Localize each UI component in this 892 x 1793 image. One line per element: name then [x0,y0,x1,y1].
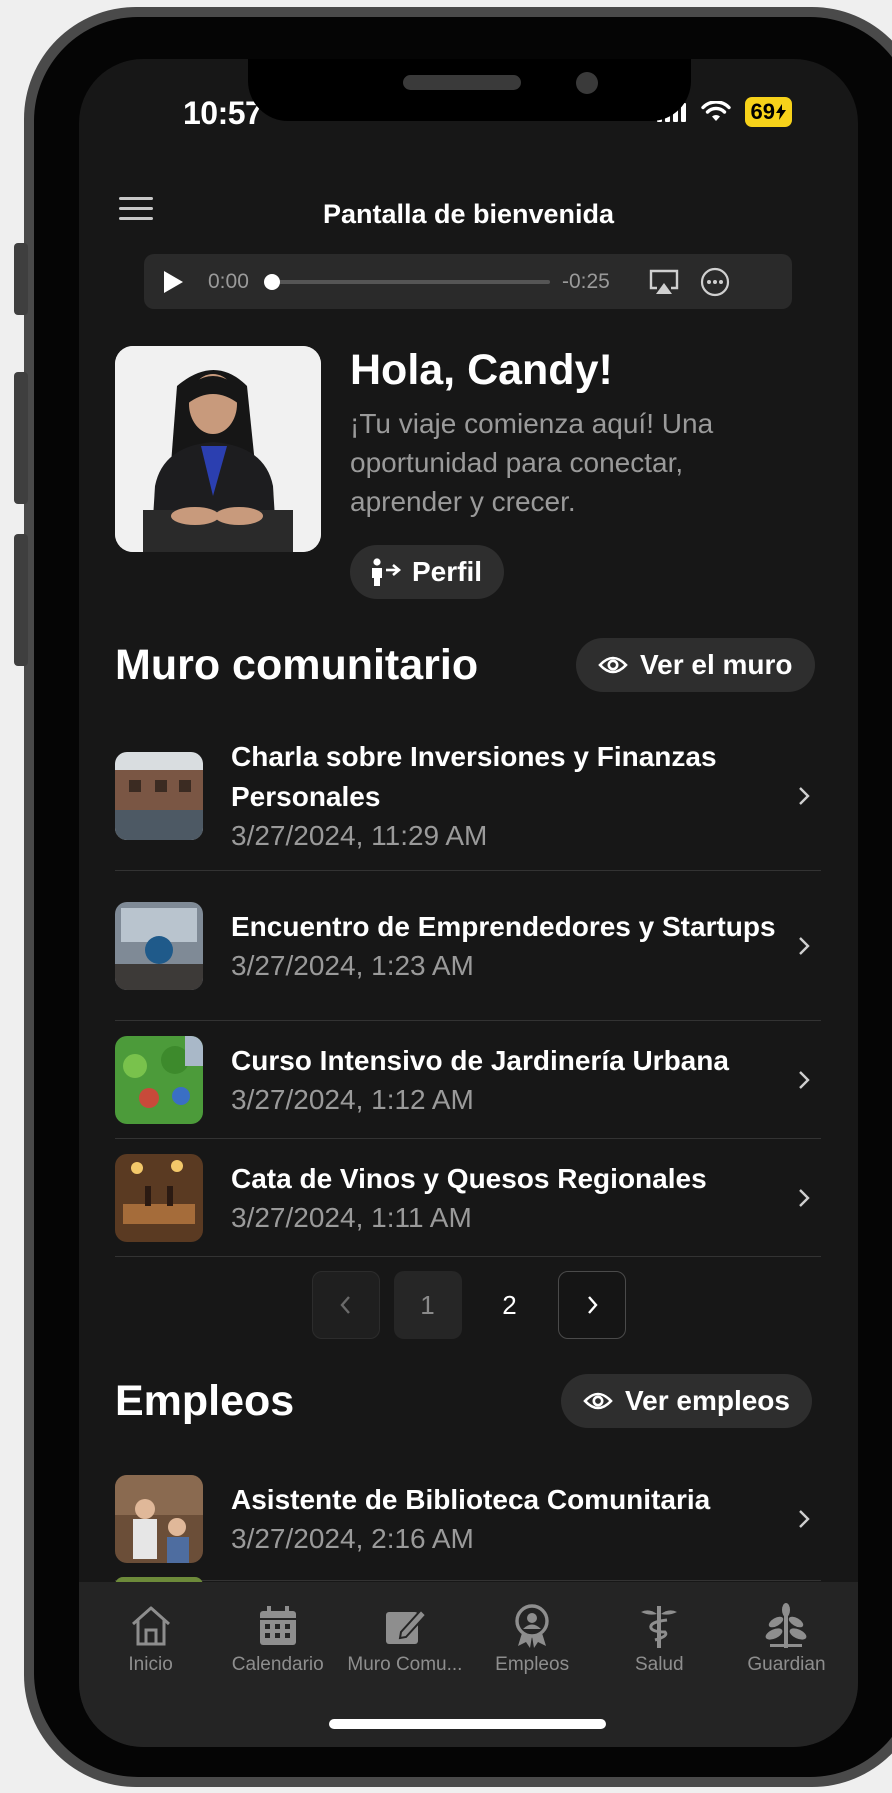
chevron-right-icon [799,1188,810,1207]
wall-item-date: 3/27/2024, 1:23 AM [231,949,474,981]
app-screen: 10:57 69 Pantalla de bienvenida 0:00 -0:… [79,59,858,1747]
wall-item-thumbnail [115,1035,203,1124]
page-button-1[interactable]: 1 [393,1271,462,1339]
tab-label: Guardian [747,1654,826,1675]
status-time: 10:57 [183,95,263,131]
front-camera [576,72,598,94]
wall-item-thumbnail [115,1153,203,1242]
greeting-text: ¡Tu viaje comienza aquí! Una oportunidad… [350,408,714,517]
notch [248,59,691,121]
plant-icon [766,1603,807,1648]
profile-arrow-icon [372,558,402,586]
speaker [403,75,521,90]
wall-list: Charla sobre Inversiones y Finanzas Pers… [115,721,821,1257]
wall-item-title: Cata de Vinos y Quesos Regionales [231,1162,707,1194]
page-title: Pantalla de bienvenida [322,199,615,229]
wall-item-gardening[interactable]: Curso Intensivo de Jardinería Urbana 3/2… [115,1021,821,1139]
play-icon[interactable] [162,270,184,294]
tab-label: Empleos [495,1654,570,1675]
eye-icon [583,1392,613,1410]
view-wall-button[interactable]: Ver el muro [576,638,815,692]
job-item-title: Asistente de Biblioteca Comunitaria [231,1483,711,1515]
pagination: 1 2 [79,1271,858,1339]
calendar-icon [259,1606,296,1645]
audio-remaining: -0:25 [562,269,610,293]
profile-button-label: Perfil [412,556,483,587]
eye-icon [598,656,628,674]
tab-label: Inicio [128,1654,173,1675]
chevron-right-icon [799,786,810,805]
volume-down-button [14,534,28,666]
job-item-thumbnail [115,1474,203,1563]
tab-label: Calendario [231,1654,324,1675]
audio-elapsed: 0:00 [208,269,249,293]
profile-button[interactable]: Perfil [350,545,505,599]
tab-guardian[interactable]: Guardian [723,1602,850,1676]
view-jobs-button[interactable]: Ver empleos [561,1374,812,1428]
tab-calendario[interactable]: Calendario [214,1602,341,1676]
tab-label: Muro Comu... [347,1654,463,1675]
tab-inicio[interactable]: Inicio [87,1602,214,1676]
page-button-2[interactable]: 2 [476,1271,544,1339]
tab-label: Salud [634,1654,684,1675]
next-page-button[interactable] [557,1271,626,1339]
audio-progress-thumb[interactable] [264,273,280,290]
mute-switch [14,243,28,315]
jobs-section-title: Empleos [115,1377,295,1425]
caduceus-icon [641,1606,678,1648]
wifi-icon [700,101,731,121]
wall-section-title: Muro comunitario [115,641,479,689]
charging-bolt-icon [776,104,786,120]
header: Pantalla de bienvenida [79,187,858,243]
airplay-icon[interactable] [648,268,680,296]
wall-item-title: Encuentro de Emprendedores y Startups [231,910,776,942]
chevron-left-icon [339,1296,350,1314]
wall-item-title: Curso Intensivo de Jardinería Urbana [231,1044,729,1076]
home-indicator[interactable] [329,1719,606,1729]
home-icon [131,1606,170,1646]
chevron-right-icon [799,1509,810,1528]
chevron-right-icon [799,1070,810,1089]
wall-item-investments[interactable]: Charla sobre Inversiones y Finanzas Pers… [115,721,821,871]
view-wall-label: Ver el muro [640,649,793,680]
job-item-library-assistant[interactable]: Asistente de Biblioteca Comunitaria 3/27… [115,1457,821,1581]
greeting-title: Hola, Candy! [350,346,613,394]
audio-player: 0:00 -0:25 [144,254,792,309]
wall-item-date: 3/27/2024, 11:29 AM [231,819,488,851]
battery-level: 69 [750,99,775,124]
wall-item-title: Charla sobre Inversiones y Finanzas Pers… [231,740,717,812]
chevron-right-icon [587,1296,598,1314]
wall-item-thumbnail [115,901,203,990]
wall-item-entrepreneurs[interactable]: Encuentro de Emprendedores y Startups 3/… [115,871,821,1021]
job-item-date: 3/27/2024, 2:16 AM [231,1522,474,1554]
badge-icon [515,1604,549,1648]
profile-avatar [115,346,321,552]
tab-empleos[interactable]: Empleos [469,1602,596,1676]
jobs-list: Asistente de Biblioteca Comunitaria 3/27… [115,1457,821,1581]
chevron-right-icon [799,936,810,955]
view-jobs-label: Ver empleos [625,1385,790,1416]
wall-item-thumbnail [115,751,203,840]
wall-item-date: 3/27/2024, 1:11 AM [231,1201,472,1233]
tab-bar: Inicio Calendario Muro Comu... Empleos S… [79,1582,858,1747]
wall-item-date: 3/27/2024, 1:12 AM [231,1083,474,1115]
volume-up-button [14,372,28,504]
edit-icon [385,1608,428,1644]
previous-page-button[interactable] [311,1271,380,1339]
battery-indicator: 69 [744,97,792,127]
tab-salud[interactable]: Salud [596,1602,723,1676]
tab-muro-comunitario[interactable]: Muro Comu... [341,1602,468,1676]
more-options-icon[interactable] [700,267,730,297]
wall-item-wine-tasting[interactable]: Cata de Vinos y Quesos Regionales 3/27/2… [115,1139,821,1257]
audio-progress-track[interactable] [264,273,550,290]
